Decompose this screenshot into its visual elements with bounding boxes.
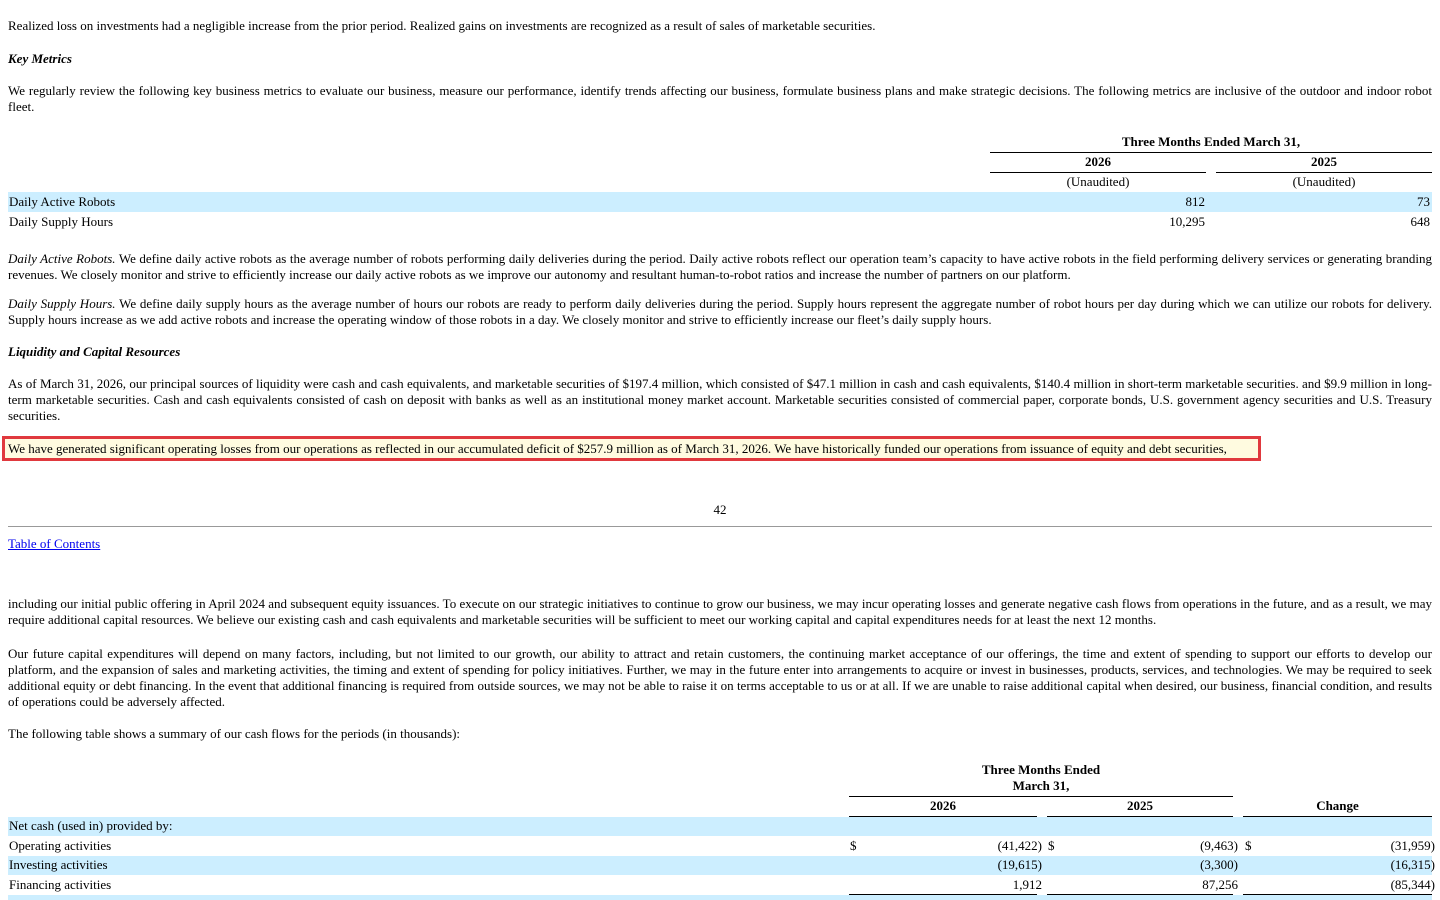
table-cell-value: (16,315) bbox=[1390, 857, 1435, 872]
table-cell-value: 87,256 bbox=[1202, 877, 1238, 892]
term-daily-active-robots: Daily Active Robots. bbox=[8, 251, 116, 266]
table-cell-value: (9,463) bbox=[1200, 838, 1238, 853]
table-row-label: Daily Active Robots bbox=[9, 194, 116, 209]
column-header-2025: 2025 bbox=[1311, 154, 1337, 169]
table-cell-value: (19,615) bbox=[997, 857, 1042, 872]
term-daily-supply-hours: Daily Supply Hours. bbox=[8, 296, 116, 311]
paragraph-capital-expenditures: Our future capital expenditures will dep… bbox=[8, 646, 1432, 709]
paragraph-realized-loss: Realized loss on investments had a negli… bbox=[8, 18, 876, 33]
paragraph-daily-supply-hours-definition: Daily Supply Hours. We define daily supp… bbox=[8, 296, 1432, 328]
column-header-change: Change bbox=[1316, 798, 1359, 813]
definition-text: We define daily active robots as the ave… bbox=[8, 251, 1432, 282]
table-cell-value: 648 bbox=[1410, 214, 1431, 229]
paragraph-liquidity-sources: As of March 31, 2026, our principal sour… bbox=[8, 376, 1432, 423]
table-cell-value: (3,300) bbox=[1200, 857, 1238, 872]
page-number: 42 bbox=[713, 502, 727, 517]
table-period-header: Three Months Ended bbox=[981, 762, 1101, 777]
table-row-shade bbox=[8, 895, 1432, 900]
table-cell-value: 1,912 bbox=[1012, 877, 1042, 892]
column-header-2026: 2026 bbox=[1085, 154, 1111, 169]
definition-text: We define daily supply hours as the aver… bbox=[8, 296, 1432, 327]
table-row-shade bbox=[8, 817, 1432, 836]
table-cell-value: 10,295 bbox=[1169, 214, 1205, 229]
table-cell-value: 812 bbox=[1185, 194, 1206, 209]
column-header-2026: 2026 bbox=[930, 798, 956, 813]
section-heading-key-metrics: Key Metrics bbox=[8, 51, 72, 66]
table-row-label: Daily Supply Hours bbox=[9, 214, 113, 229]
column-header-2025: 2025 bbox=[1127, 798, 1153, 813]
table-cell-value: 73 bbox=[1417, 194, 1430, 209]
paragraph-key-metrics-intro: We regularly review the following key bu… bbox=[8, 83, 1432, 114]
highlighted-sentence: We have generated significant operating … bbox=[8, 441, 1227, 456]
section-heading-liquidity: Liquidity and Capital Resources bbox=[8, 344, 181, 359]
table-of-contents-link[interactable]: Table of Contents bbox=[8, 536, 100, 552]
table-row-label: Financing activities bbox=[9, 877, 112, 892]
column-subheader-2026: (Unaudited) bbox=[1066, 174, 1130, 189]
table-period-header: Three Months Ended March 31, bbox=[1121, 134, 1301, 149]
table-cell-value: (85,344) bbox=[1390, 877, 1435, 892]
table-row-label: Operating activities bbox=[9, 838, 112, 853]
table-period-header-date: March 31, bbox=[1012, 778, 1070, 793]
column-subheader-2025: (Unaudited) bbox=[1292, 174, 1356, 189]
table-row-label: Investing activities bbox=[9, 857, 108, 872]
table-section-label: Net cash (used in) provided by: bbox=[9, 818, 173, 833]
paragraph-daily-active-robots-definition: Daily Active Robots. We define daily act… bbox=[8, 251, 1432, 283]
table-cell-value: (41,422) bbox=[997, 838, 1042, 853]
table-cell-value: (31,959) bbox=[1390, 838, 1435, 853]
paragraph-ipo-funding: including our initial public offering in… bbox=[8, 596, 1432, 627]
page-divider bbox=[8, 526, 1432, 527]
paragraph-cash-flow-intro: The following table shows a summary of o… bbox=[8, 726, 461, 741]
